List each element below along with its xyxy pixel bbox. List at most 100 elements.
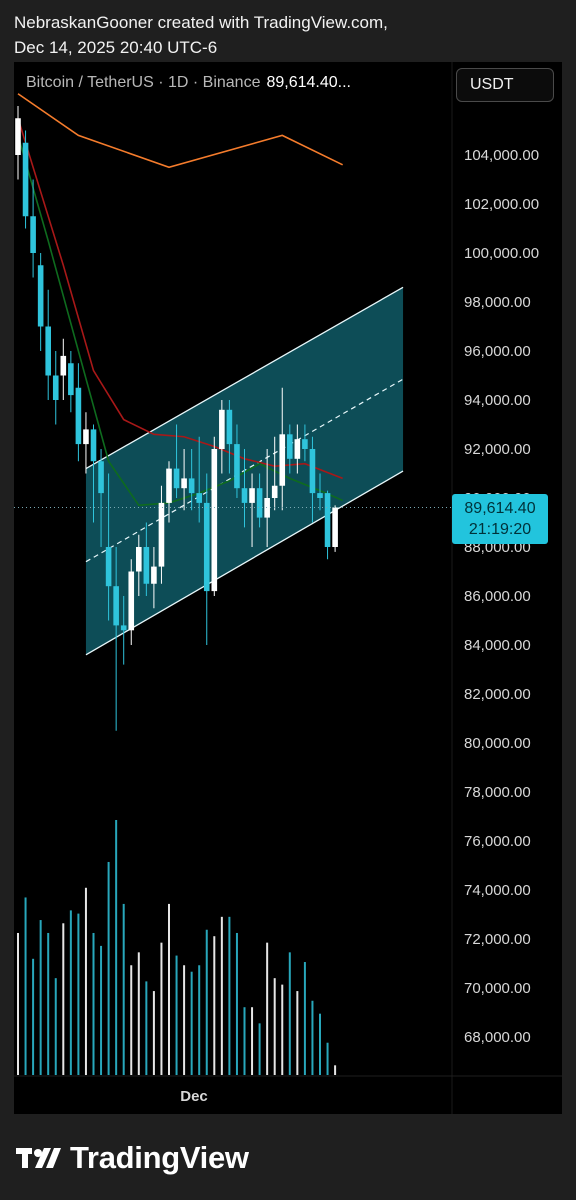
candle-body	[264, 498, 270, 518]
candle-body	[75, 387, 82, 445]
volume-bar	[137, 952, 140, 1075]
volume-bar	[152, 991, 155, 1075]
candle-body	[241, 488, 248, 503]
y-axis-labels: 104,000.00 102,000.00 100,000.00 98,000.00 9…	[464, 147, 539, 1046]
volume-bar	[190, 971, 193, 1075]
volume-bar	[100, 945, 103, 1075]
y-tick-label: 96,000.00	[464, 343, 531, 360]
candle-body	[234, 444, 240, 489]
candle-body	[173, 468, 180, 489]
volume-bar	[258, 1023, 261, 1075]
candle-body	[309, 449, 316, 494]
volume-bars	[17, 820, 337, 1075]
candle-body	[83, 429, 89, 445]
candle-body	[181, 478, 187, 489]
volume-bar	[243, 1007, 246, 1075]
volume-bar	[183, 965, 186, 1075]
volume-bar	[17, 932, 19, 1075]
volume-bar	[130, 965, 133, 1075]
y-tick-label: 84,000.00	[464, 637, 531, 654]
volume-bar	[32, 958, 35, 1075]
x-tick-label: Dec	[180, 1088, 208, 1105]
chart-caption: NebraskanGooner created with TradingView…	[14, 10, 388, 60]
symbol-name: Bitcoin / TetherUS · 1D · Binance	[26, 74, 261, 91]
candle-body	[203, 502, 210, 592]
price-chart[interactable]: 104,000.00 102,000.00 100,000.00 98,000.00 9…	[14, 62, 562, 1114]
bar-countdown: 21:19:20	[468, 521, 532, 538]
volume-bar	[145, 981, 148, 1075]
y-tick-label: 102,000.00	[464, 196, 539, 213]
y-tick-label: 82,000.00	[464, 686, 531, 703]
volume-bar	[69, 910, 72, 1075]
candle-body	[105, 547, 112, 587]
tradingview-logo-icon	[16, 1148, 61, 1168]
symbol-legend: Bitcoin / TetherUS · 1D · Binance 89,614.…	[26, 74, 351, 92]
y-tick-label: 72,000.00	[464, 931, 531, 948]
volume-bar	[175, 955, 178, 1075]
candle-body	[249, 488, 255, 503]
candle-body	[52, 375, 59, 400]
volume-bar	[266, 942, 269, 1075]
volume-bar	[168, 903, 170, 1075]
volume-bar	[122, 903, 125, 1075]
volume-bar	[273, 978, 276, 1075]
candle-body	[68, 363, 74, 396]
caption-author-line: NebraskanGooner created with TradingView…	[14, 13, 388, 32]
candle-body	[151, 566, 157, 584]
chart-panel[interactable]: 104,000.00 102,000.00 100,000.00 98,000.00 9…	[14, 62, 562, 1114]
volume-bar	[47, 932, 50, 1075]
volume-bar	[319, 1013, 321, 1075]
tradingview-logo[interactable]: TradingView	[16, 1140, 249, 1176]
volume-bar	[115, 820, 118, 1075]
y-tick-label: 94,000.00	[464, 392, 531, 409]
y-tick-label: 100,000.00	[464, 245, 539, 262]
x-axis-labels: Dec	[180, 1088, 208, 1105]
volume-bar	[39, 920, 42, 1075]
y-tick-label: 76,000.00	[464, 833, 531, 850]
legend-price: 89,614.40...	[266, 74, 351, 91]
candle-body	[271, 485, 278, 498]
volume-bar	[288, 952, 291, 1075]
candle-body	[136, 547, 142, 572]
y-tick-label: 92,000.00	[464, 441, 531, 458]
candle-body	[332, 507, 338, 547]
candle-body	[294, 439, 301, 459]
last-price-value: 89,614.40	[464, 500, 536, 517]
y-tick-label: 80,000.00	[464, 735, 531, 752]
volume-bar	[281, 984, 284, 1075]
y-tick-label: 104,000.00	[464, 147, 539, 164]
candle-body	[98, 461, 104, 494]
volume-bar	[228, 916, 231, 1075]
volume-bar	[334, 1065, 337, 1075]
candle-body	[226, 409, 233, 445]
candle-body	[45, 326, 51, 376]
candle-body	[22, 142, 29, 217]
volume-bar	[326, 1042, 329, 1075]
volume-bar	[62, 923, 65, 1075]
candle-body	[166, 468, 172, 503]
y-tick-label: 70,000.00	[464, 980, 531, 997]
volume-bar	[160, 942, 163, 1075]
candle-body	[30, 216, 36, 253]
candle-body	[90, 429, 97, 462]
candle-body	[120, 625, 127, 631]
candle-body	[256, 488, 263, 518]
caption-date-line: Dec 14, 2025 20:40 UTC-6	[14, 38, 218, 57]
candle-body	[324, 493, 331, 547]
volume-bar	[84, 887, 87, 1075]
y-tick-label: 68,000.00	[464, 1029, 531, 1046]
volume-bar	[92, 932, 95, 1075]
candle-body	[37, 265, 44, 327]
currency-button[interactable]: USDT	[456, 68, 554, 102]
y-tick-label: 74,000.00	[464, 882, 531, 899]
volume-bar	[303, 962, 306, 1075]
volume-bar	[220, 916, 223, 1075]
volume-bar	[205, 929, 208, 1075]
y-tick-label: 78,000.00	[464, 784, 531, 801]
candle-body	[188, 478, 195, 494]
tradingview-wordmark: TradingView	[70, 1140, 249, 1175]
volume-bar	[77, 913, 80, 1075]
candle-body	[279, 434, 286, 486]
candle-body	[60, 355, 67, 376]
y-tick-label: 86,000.00	[464, 588, 531, 605]
